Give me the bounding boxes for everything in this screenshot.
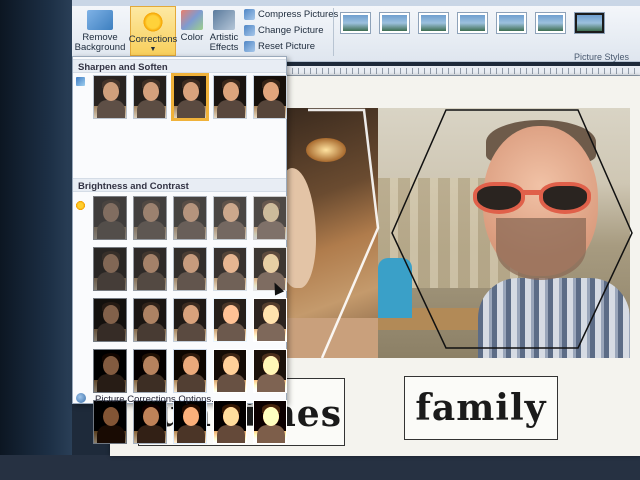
caption-family[interactable]: family bbox=[404, 376, 558, 440]
correction-preset-thumb[interactable] bbox=[213, 75, 247, 119]
reset-picture-label: Reset Picture bbox=[258, 41, 316, 52]
correction-preset-thumb[interactable] bbox=[171, 73, 209, 121]
correction-preset-thumb[interactable] bbox=[173, 196, 207, 240]
photo-right[interactable] bbox=[378, 108, 630, 358]
correction-preset-thumb[interactable] bbox=[253, 196, 287, 240]
photo-left[interactable] bbox=[286, 108, 378, 358]
correction-preset-thumb[interactable] bbox=[93, 196, 127, 240]
horizontal-ruler[interactable] bbox=[286, 66, 640, 76]
change-picture-label: Change Picture bbox=[258, 25, 324, 36]
correction-preset-thumb[interactable] bbox=[173, 298, 207, 342]
correction-preset-thumb[interactable] bbox=[213, 298, 247, 342]
compress-pictures-button[interactable]: Compress Pictures bbox=[244, 9, 338, 20]
correction-preset-thumb[interactable] bbox=[133, 196, 167, 240]
sharpen-soften-heading: Sharpen and Soften bbox=[73, 59, 286, 73]
picture-style-thumb[interactable] bbox=[457, 12, 488, 34]
corrections-dropdown: Sharpen and Soften Brightness and Contra… bbox=[72, 56, 287, 444]
correction-preset-thumb[interactable] bbox=[213, 349, 247, 393]
picture-style-thumb[interactable] bbox=[496, 12, 527, 34]
compress-icon bbox=[244, 9, 255, 20]
sun-icon bbox=[142, 11, 164, 33]
brightness-icon bbox=[76, 201, 85, 210]
picture-style-thumb[interactable] bbox=[340, 12, 371, 34]
sunglasses bbox=[473, 176, 603, 216]
color-icon bbox=[181, 10, 203, 30]
correction-preset-thumb[interactable] bbox=[93, 75, 127, 119]
artistic-effects-button[interactable]: Artistic Effects bbox=[206, 10, 242, 53]
correction-preset-thumb[interactable] bbox=[93, 298, 127, 342]
picture-style-thumb[interactable] bbox=[379, 12, 410, 34]
remove-background-icon bbox=[87, 10, 113, 30]
reset-picture-button[interactable]: Reset Picture bbox=[244, 41, 315, 52]
artistic-effects-icon bbox=[213, 10, 235, 30]
picture-style-thumb[interactable] bbox=[574, 12, 605, 34]
correction-preset-thumb[interactable] bbox=[93, 349, 127, 393]
remove-background-button[interactable]: Remove Background bbox=[74, 10, 126, 53]
picture-corrections-options-item[interactable]: Picture Corrections Options... bbox=[73, 391, 286, 408]
ribbon-separator bbox=[333, 8, 334, 56]
chevron-down-icon: ▼ bbox=[149, 46, 157, 53]
reset-picture-icon bbox=[244, 41, 255, 52]
remove-background-label: Remove Background bbox=[74, 32, 126, 53]
artistic-effects-label: Artistic Effects bbox=[209, 32, 239, 53]
correction-preset-thumb[interactable] bbox=[253, 349, 287, 393]
correction-preset-thumb[interactable] bbox=[133, 298, 167, 342]
picture-styles-label: Picture Styles bbox=[574, 52, 630, 62]
color-label: Color bbox=[180, 32, 204, 43]
change-picture-button[interactable]: Change Picture bbox=[244, 25, 323, 36]
monitor-bottom-edge bbox=[0, 455, 640, 480]
sharpen-gallery bbox=[93, 73, 287, 121]
correction-preset-thumb[interactable] bbox=[133, 247, 167, 291]
correction-preset-thumb[interactable] bbox=[173, 247, 207, 291]
correction-preset-thumb[interactable] bbox=[253, 298, 287, 342]
compress-pictures-label: Compress Pictures bbox=[258, 9, 339, 20]
corrections-button[interactable]: Corrections ▼ bbox=[128, 6, 178, 56]
brightness-contrast-heading: Brightness and Contrast bbox=[73, 178, 286, 192]
correction-preset-thumb[interactable] bbox=[93, 247, 127, 291]
correction-preset-thumb[interactable] bbox=[173, 349, 207, 393]
picture-style-thumb[interactable] bbox=[418, 12, 449, 34]
monitor-bezel bbox=[0, 0, 72, 480]
corrections-label: Corrections bbox=[128, 34, 178, 45]
picture-style-thumb[interactable] bbox=[535, 12, 566, 34]
picture-styles-gallery bbox=[340, 12, 605, 34]
change-picture-icon bbox=[244, 25, 255, 36]
sharpen-icon bbox=[76, 77, 85, 86]
color-button[interactable]: Color bbox=[178, 10, 206, 43]
correction-preset-thumb[interactable] bbox=[213, 247, 247, 291]
correction-preset-thumb[interactable] bbox=[133, 75, 167, 119]
correction-preset-thumb[interactable] bbox=[133, 349, 167, 393]
correction-preset-thumb[interactable] bbox=[253, 75, 287, 119]
correction-preset-thumb[interactable] bbox=[213, 196, 247, 240]
